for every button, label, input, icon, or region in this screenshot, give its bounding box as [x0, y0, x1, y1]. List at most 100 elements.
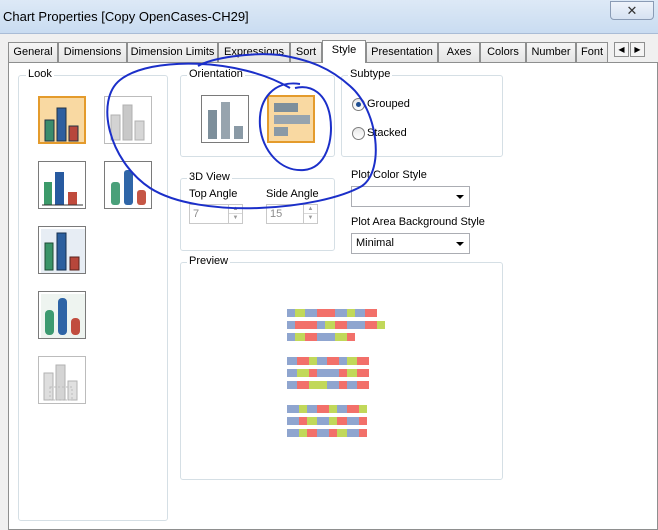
preview-bar-segment	[297, 381, 309, 389]
plot-color-style-select[interactable]	[351, 186, 470, 207]
orientation-vertical-option[interactable]	[201, 95, 249, 143]
preview-bar-segment	[287, 429, 299, 437]
tab-expressions[interactable]: Expressions	[218, 42, 290, 62]
horizontal-bars-icon	[274, 103, 310, 136]
preview-bar-segment	[339, 369, 347, 377]
tab-number[interactable]: Number	[526, 42, 576, 62]
spin-down-icon[interactable]: ▼	[304, 214, 317, 223]
look-option-1[interactable]	[38, 96, 86, 144]
top-angle-spinner[interactable]: 7 ▲ ▼	[189, 204, 243, 224]
preview-bar-segment	[317, 405, 329, 413]
window-title: Chart Properties [Copy OpenCases-CH29]	[3, 9, 249, 24]
side-angle-spinner[interactable]: 15 ▲ ▼	[266, 204, 318, 224]
preview-bar-segment	[377, 321, 385, 329]
preview-bar-segment	[359, 417, 367, 425]
top-angle-label: Top Angle	[189, 188, 238, 200]
preview-bar-segment	[309, 369, 317, 377]
bar-chart-3d-cylinders-icon	[111, 170, 146, 205]
bar-chart-blue-icon	[44, 107, 79, 142]
preview-bar-segment	[327, 369, 339, 377]
tab-presentation[interactable]: Presentation	[366, 42, 438, 62]
preview-bar-segment	[287, 357, 297, 365]
stacked-radio[interactable]	[352, 127, 365, 140]
chevron-down-icon	[456, 242, 464, 246]
look-option-7[interactable]	[38, 356, 86, 404]
preview-bar-segment	[339, 381, 347, 389]
tab-dimension-limits[interactable]: Dimension Limits	[127, 42, 218, 62]
preview-bar-segment	[295, 333, 305, 341]
subtype-group: Subtype Grouped Stacked	[341, 68, 503, 157]
preview-bar-segment	[347, 405, 359, 413]
preview-bar-segment	[307, 417, 317, 425]
preview-bar-segment	[287, 405, 299, 413]
chevron-down-icon	[456, 195, 464, 199]
look-option-2[interactable]	[104, 96, 152, 144]
preview-bar-segment	[295, 321, 305, 329]
preview-bar-segment	[347, 369, 357, 377]
look-group: Look	[18, 68, 168, 521]
preview-bar-segment	[335, 321, 347, 329]
spin-up-icon[interactable]: ▲	[304, 205, 317, 214]
preview-bar-segment	[307, 429, 317, 437]
subtype-label: Subtype	[348, 68, 393, 80]
preview-bar-segment	[337, 405, 347, 413]
preview-bar-segment	[329, 405, 337, 413]
bar-chart-ghost-icon	[110, 104, 145, 141]
preview-bar-segment	[305, 309, 317, 317]
look-label: Look	[26, 68, 54, 80]
tab-font[interactable]: Font	[576, 42, 608, 62]
tab-bar: General Dimensions Dimension Limits Expr…	[8, 40, 658, 63]
preview-bar-segment	[309, 357, 317, 365]
orientation-horizontal-option[interactable]	[267, 95, 315, 143]
look-option-3[interactable]	[38, 161, 86, 209]
grouped-radio[interactable]	[352, 98, 365, 111]
preview-bar-segment	[329, 429, 337, 437]
plot-area-background-label: Plot Area Background Style	[351, 216, 485, 228]
plot-area-background-select[interactable]: Minimal	[351, 233, 470, 254]
preview-bar-segment	[317, 321, 325, 329]
tab-general[interactable]: General	[8, 42, 58, 62]
tab-scroll-right-button[interactable]: ▶	[630, 42, 645, 57]
preview-group: Preview	[180, 255, 503, 480]
preview-bar-segment	[317, 369, 327, 377]
tab-scroll-left-button[interactable]: ◀	[614, 42, 629, 57]
close-icon: ✕	[626, 3, 638, 18]
preview-bar-segment	[305, 333, 317, 341]
look-option-5[interactable]	[38, 226, 86, 274]
preview-bar-segment	[347, 381, 357, 389]
tab-dimensions[interactable]: Dimensions	[58, 42, 127, 62]
preview-bar-segment	[297, 369, 309, 377]
preview-bar-segment	[347, 429, 359, 437]
spin-down-icon[interactable]: ▼	[229, 214, 242, 223]
preview-bar-segment	[317, 333, 325, 341]
preview-bar-segment	[327, 381, 339, 389]
look-option-6[interactable]	[38, 291, 86, 339]
preview-bar-segment	[317, 429, 329, 437]
preview-bar-segment	[325, 333, 335, 341]
tab-style[interactable]: Style	[322, 40, 366, 63]
spin-up-icon[interactable]: ▲	[229, 205, 242, 214]
tab-colors[interactable]: Colors	[480, 42, 526, 62]
preview-bar-segment	[317, 309, 325, 317]
preview-bar-segment	[317, 357, 327, 365]
vertical-bars-icon	[208, 102, 243, 139]
bar-chart-ghost-3d-icon	[43, 364, 78, 401]
preview-bar-segment	[359, 405, 367, 413]
look-option-4[interactable]	[104, 161, 152, 209]
preview-bar-segment	[327, 357, 339, 365]
arrow-right-icon: ▶	[634, 45, 641, 54]
plot-color-style-label: Plot Color Style	[351, 169, 427, 181]
preview-label: Preview	[187, 255, 231, 267]
preview-bar-segment	[329, 417, 337, 425]
tab-axes[interactable]: Axes	[438, 42, 480, 62]
preview-bar-segment	[325, 321, 335, 329]
side-angle-label: Side Angle	[266, 188, 319, 200]
close-button[interactable]: ✕	[610, 1, 654, 20]
stacked-label[interactable]: Stacked	[367, 127, 407, 139]
grouped-label[interactable]: Grouped	[367, 98, 410, 110]
orientation-group: Orientation	[180, 68, 335, 157]
tab-sort[interactable]: Sort	[290, 42, 322, 62]
top-angle-value: 7	[193, 208, 200, 220]
preview-bar-segment	[287, 369, 297, 377]
preview-bar-segment	[299, 429, 307, 437]
